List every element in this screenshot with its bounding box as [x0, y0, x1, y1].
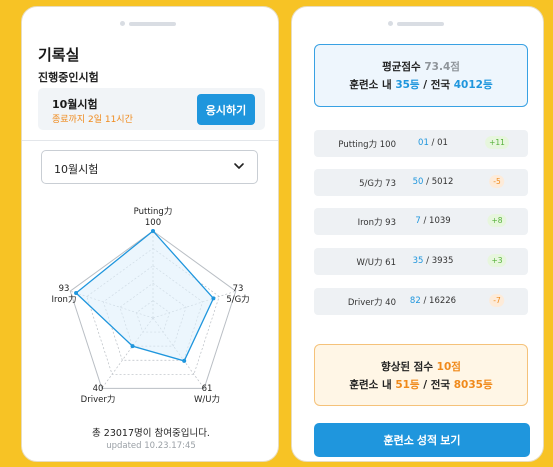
skill-row-putting: Putting力 100 01 / 01 +11: [314, 130, 528, 157]
chevron-down-icon: [234, 163, 244, 169]
skill-row-wu: W/U力 61 35 / 3935 +3: [314, 248, 528, 275]
radar-axis-label: 5/G力: [226, 294, 249, 305]
divider: [22, 140, 278, 141]
skill-label: Iron力 93: [357, 218, 396, 228]
ongoing-exam-card: 10월시험 종료까지 2일 11시간 응시하기: [38, 88, 265, 130]
skill-delta-badge: +8: [487, 214, 507, 227]
radar-data-point: [151, 229, 155, 233]
radar-data-point: [130, 344, 135, 349]
radar-axis-score: 40: [93, 384, 104, 394]
radar-axis-label: W/U力: [194, 394, 220, 405]
skill-rank: 82 / 16226: [409, 296, 457, 306]
improved-score-card: 향상된 점수 10점 훈련소 내 51등 / 전국 8035등: [314, 344, 528, 406]
skill-row-iron: Iron力 93 7 / 1039 +8: [314, 208, 528, 235]
right-phone-screen: 평균점수 73.4점 훈련소 내 35등 / 전국 4012등 Putting力…: [291, 6, 544, 462]
left-phone-screen: 기록실 진행중인시험 10월시험 종료까지 2일 11시간 응시하기 10월시험…: [21, 6, 279, 462]
radar-axis-score: 61: [202, 384, 213, 394]
skill-delta-badge: +3: [487, 254, 507, 267]
radar-series-area: [75, 230, 215, 362]
skill-rank: 01 / 01: [418, 138, 448, 148]
skill-label: 5/G力 73: [359, 179, 396, 189]
skill-label: Driver力 40: [347, 298, 396, 308]
skill-rank: 35 / 3935: [412, 256, 454, 266]
radar-axis-label: Putting力: [134, 206, 173, 217]
skill-label: Putting力 100: [338, 140, 396, 150]
radar-data-point: [211, 296, 216, 301]
improved-score-label: 향상된 점수: [381, 361, 434, 373]
section-title-ongoing-exam: 진행중인시험: [38, 71, 99, 84]
page-title: 기록실: [38, 46, 80, 64]
national-rank-label: 전국: [430, 379, 451, 391]
radar-axis-score: 100: [145, 218, 161, 228]
updated-timestamp: updated 10.23.17:45: [106, 441, 196, 451]
radar-data-point: [182, 358, 187, 363]
average-score-card: 평균점수 73.4점 훈련소 내 35등 / 전국 4012등: [314, 44, 528, 107]
radar-axis-score: 73: [233, 284, 244, 294]
radar-axis-label: Iron力: [52, 294, 77, 305]
exam-name: 10월시험: [52, 98, 98, 111]
skill-rank: 50 / 5012: [412, 177, 454, 187]
exam-select-dropdown[interactable]: 10월시험: [41, 150, 258, 184]
skill-row-5g: 5/G力 73 50 / 5012 -5: [314, 169, 528, 196]
average-score-value: 73.4점: [424, 61, 460, 73]
skill-row-driver: Driver力 40 82 / 16226 -7: [314, 288, 528, 315]
radar-axis-label: Driver力: [81, 394, 116, 405]
rank-separator: /: [423, 379, 428, 391]
radar-chart: Putting力100 735/G力 61W/U力 40Driver力 93Iron力: [52, 206, 250, 405]
center-rank-label: 훈련소 내: [349, 79, 392, 91]
skill-delta-badge: +11: [485, 136, 509, 149]
skill-label: W/U力 61: [356, 258, 396, 268]
national-rank-value: 8035등: [453, 379, 493, 391]
exam-deadline: 종료까지 2일 11시간: [52, 115, 133, 125]
radar-axis-score: 93: [59, 284, 70, 294]
national-rank-value: 4012등: [453, 79, 493, 91]
national-rank-label: 전국: [430, 79, 451, 91]
training-center-report-button[interactable]: 훈련소 성적 보기: [314, 423, 530, 457]
apply-exam-button[interactable]: 응시하기: [197, 94, 255, 125]
center-rank-value: 51등: [395, 379, 420, 391]
skill-rank: 7 / 1039: [415, 216, 451, 226]
skill-delta-badge: -5: [489, 175, 505, 188]
center-rank-label: 훈련소 내: [349, 379, 392, 391]
skill-delta-badge: -7: [489, 294, 505, 307]
participants-count: 총 23017명이 참여중입니다.: [92, 428, 210, 439]
center-rank-value: 35등: [395, 79, 420, 91]
improved-score-value: 10점: [436, 361, 461, 373]
speaker-notch: [387, 21, 448, 27]
rank-separator: /: [423, 79, 428, 91]
speaker-notch: [120, 21, 180, 27]
exam-select-value: 10월시험: [54, 163, 99, 176]
average-score-label: 평균점수: [382, 61, 421, 73]
